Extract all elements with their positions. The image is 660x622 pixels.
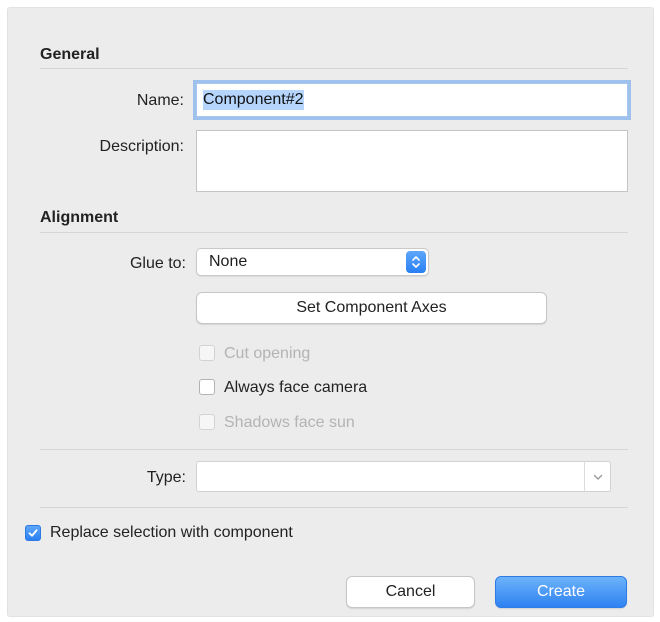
description-field[interactable] (196, 130, 628, 192)
always-face-camera-checkbox[interactable] (199, 379, 215, 395)
type-bottom-divider (40, 507, 628, 508)
name-field-value: Component#2 (203, 90, 304, 110)
cancel-button[interactable]: Cancel (346, 576, 475, 608)
cut-opening-checkbox[interactable] (199, 345, 215, 361)
alignment-divider (40, 232, 628, 233)
general-section-title: General (40, 46, 100, 63)
cut-opening-label: Cut opening (224, 345, 311, 362)
alignment-section-title: Alignment (40, 209, 119, 226)
name-label: Name: (136, 92, 184, 109)
glue-to-label: Glue to: (129, 255, 186, 272)
updown-arrows-icon (406, 251, 426, 273)
always-face-camera-label: Always face camera (224, 379, 368, 396)
set-component-axes-button[interactable]: Set Component Axes (196, 292, 547, 324)
type-label: Type: (146, 469, 186, 486)
general-divider (40, 68, 628, 69)
chevron-down-icon[interactable] (591, 470, 605, 484)
type-top-divider (40, 449, 628, 450)
replace-selection-label: Replace selection with component (50, 524, 293, 541)
glue-to-popup[interactable]: None (196, 248, 429, 276)
type-combo-box[interactable] (196, 461, 611, 492)
description-label: Description: (99, 138, 184, 155)
shadows-face-sun-label: Shadows face sun (224, 414, 355, 431)
glue-to-value: None (209, 253, 248, 270)
checkmark-icon (28, 529, 38, 537)
type-combo-divider (584, 462, 585, 491)
shadows-face-sun-checkbox[interactable] (199, 414, 215, 430)
name-field[interactable]: Component#2 (196, 83, 628, 117)
create-button[interactable]: Create (495, 576, 627, 608)
replace-selection-checkbox[interactable] (25, 525, 41, 541)
make-component-dialog: General Name: Component#2 Description: A… (8, 8, 653, 616)
